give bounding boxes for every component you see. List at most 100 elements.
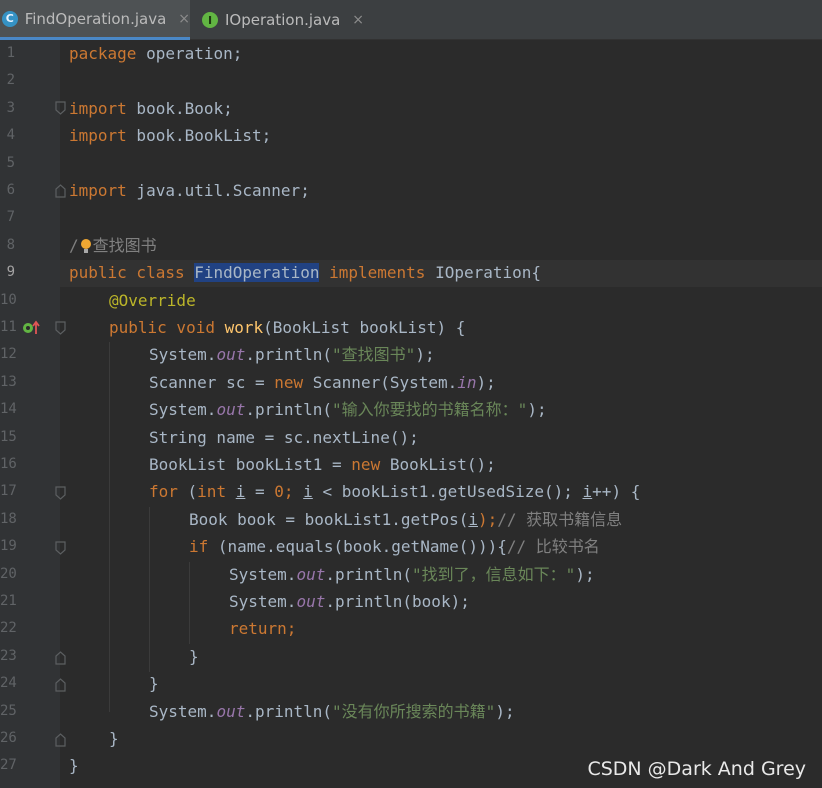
code-line: if (name.equals(book.getName())){// 比较书名 [69, 533, 600, 560]
code-line: package operation; [69, 40, 242, 67]
code-text: .println( [245, 345, 333, 365]
fold-icon[interactable] [55, 183, 67, 199]
code-text: book.BookList; [126, 126, 272, 146]
editor-tab-bar: C FindOperation.java × I IOperation.java… [0, 0, 822, 40]
line-number: 2 [6, 72, 15, 89]
tab-ioperation[interactable]: I IOperation.java × [199, 0, 369, 40]
code-text: java.util.Scanner; [126, 181, 310, 200]
comment: / [69, 235, 79, 255]
tab-findoperation[interactable]: C FindOperation.java × [0, 0, 190, 40]
keyword: import [69, 126, 127, 146]
fold-icon[interactable] [55, 540, 67, 556]
keyword: import [69, 181, 127, 200]
code-text: Scanner sc = [149, 372, 275, 392]
code-line: Scanner sc = new Scanner(System.in); [69, 369, 496, 396]
code-text: operation; [136, 44, 243, 63]
keyword: new [274, 372, 304, 392]
code-text: .println( [245, 400, 333, 420]
code-line: public class FindOperation implements IO… [69, 259, 541, 286]
string-literal: "没有你所搜索的书籍" [332, 701, 496, 721]
implements-method-icon[interactable] [22, 319, 42, 337]
fold-icon[interactable] [55, 320, 67, 336]
line-number: 20 [0, 565, 17, 582]
tab-label: FindOperation.java [24, 9, 167, 28]
string-literal: "找到了，信息如下：" [412, 564, 576, 584]
line-number: 22 [0, 620, 17, 637]
code-line: import java.util.Scanner; [69, 177, 310, 204]
line-number: 26 [0, 730, 17, 746]
loop-variable: i [303, 482, 313, 502]
annotation: @Override [109, 290, 196, 310]
line-number: 10 [0, 291, 17, 308]
code-line: Book book = bookList1.getPos(i);// 获取书籍信… [69, 506, 622, 533]
line-number: 21 [0, 593, 17, 609]
code-line: } [69, 670, 159, 697]
code-text: System. [229, 564, 297, 584]
code-text: ); [476, 372, 496, 392]
line-number: 23 [0, 647, 17, 664]
code-text: } [149, 674, 159, 694]
keyword: import [69, 98, 127, 118]
tab-label: IOperation.java [225, 11, 341, 29]
code-text: System. [149, 400, 217, 420]
code-text: (name.equals(book.getName())){ [208, 537, 507, 557]
code-text: ( [177, 482, 198, 502]
number-literal: 0 [274, 482, 284, 502]
line-number: 12 [0, 346, 17, 363]
code-text: Scanner(System. [303, 372, 458, 392]
static-field: out [296, 564, 326, 584]
code-text: } [109, 729, 119, 748]
static-field: out [216, 345, 246, 365]
close-icon[interactable]: × [178, 11, 190, 27]
loop-variable: i [582, 482, 593, 502]
keyword: implements [319, 263, 436, 283]
watermark: CSDN @Dark And Grey [587, 758, 806, 780]
code-text: < bookList1.getUsedSize(); [312, 482, 583, 502]
code-text: = [245, 482, 275, 502]
line-number: 18 [0, 510, 17, 527]
string-literal: "查找图书" [332, 345, 416, 365]
static-field: out [216, 701, 246, 721]
code-line: System.out.println("查找图书"); [69, 341, 435, 368]
comment: 查找图书 [92, 235, 157, 255]
code-line: BookList bookList1 = new BookList(); [69, 451, 496, 478]
code-text: } [189, 646, 199, 666]
code-line: return; [69, 615, 296, 642]
code-text: ); [415, 345, 435, 365]
keyword: return [229, 619, 287, 639]
line-number: 1 [6, 45, 15, 61]
static-field: out [296, 592, 326, 611]
line-number: 3 [6, 99, 15, 116]
code-text: .println( [245, 701, 333, 721]
code-text: Book book = bookList1.getPos( [189, 509, 469, 529]
code-text: ; [286, 619, 297, 639]
code-text: .println(book); [325, 592, 470, 611]
fold-icon[interactable] [55, 732, 67, 748]
code-line: System.out.println("没有你所搜索的书籍"); [69, 698, 515, 725]
fold-icon[interactable] [55, 485, 67, 501]
comment: // 获取书籍信息 [497, 509, 623, 529]
close-icon[interactable]: × [352, 12, 364, 28]
fold-icon[interactable] [55, 677, 67, 693]
loop-variable: i [235, 482, 246, 502]
code-text: IOperation{ [435, 263, 542, 283]
keyword: public class [69, 263, 195, 283]
keyword: if [189, 537, 209, 557]
keyword: int [197, 482, 227, 502]
code-text: } [69, 756, 79, 776]
code-text: BookList(); [380, 455, 496, 474]
lightbulb-icon[interactable] [79, 237, 93, 255]
code-line: } [69, 643, 199, 670]
java-interface-icon: I [202, 12, 218, 28]
line-number: 11 [0, 319, 17, 335]
line-number: 5 [6, 154, 15, 171]
static-field: in [457, 372, 477, 392]
class-name-selection[interactable]: FindOperation [194, 263, 320, 283]
code-text: ++) { [592, 482, 641, 502]
keyword: for [149, 482, 178, 502]
fold-icon[interactable] [55, 650, 67, 666]
fold-icon[interactable] [55, 100, 67, 116]
keyword: package [69, 44, 137, 63]
code-line: public void work(BookList bookList) { [69, 314, 465, 341]
